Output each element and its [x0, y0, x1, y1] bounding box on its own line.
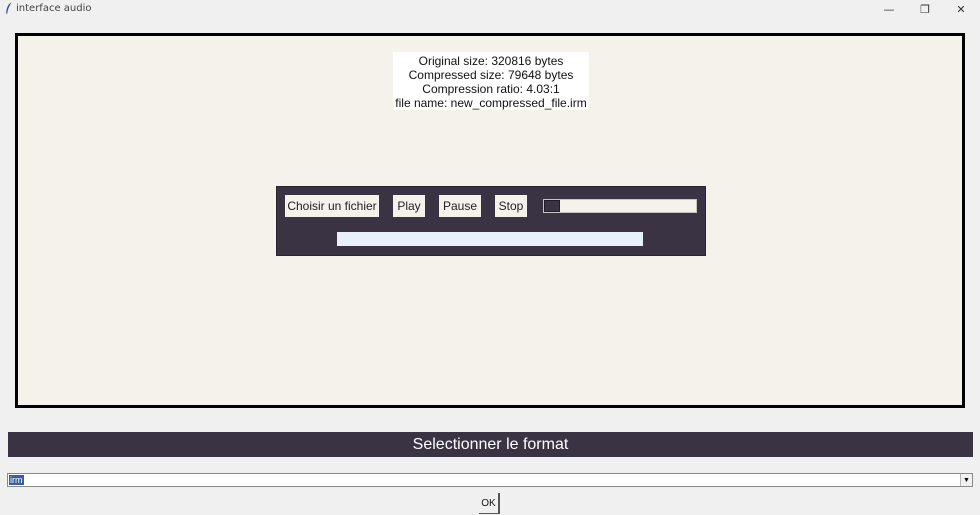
compression-info: Original size: 320816 bytes Compressed s… — [393, 52, 589, 110]
playback-progress-bar — [337, 232, 643, 246]
player-panel: Choisir un fichier Play Pause Stop — [276, 186, 706, 256]
minimize-button[interactable]: — — [872, 0, 906, 18]
compressed-size-label: Compressed size: 79648 bytes — [408, 68, 574, 82]
app-window: interface audio — ❐ ✕ Original size: 320… — [0, 0, 980, 515]
stop-button[interactable]: Stop — [495, 195, 527, 217]
title-bar: interface audio — ❐ ✕ — [0, 0, 980, 18]
maximize-button[interactable]: ❐ — [908, 0, 942, 18]
play-button[interactable]: Play — [393, 195, 425, 217]
format-select[interactable]: irm ▼ — [7, 473, 973, 487]
close-button[interactable]: ✕ — [944, 0, 978, 18]
choose-file-button[interactable]: Choisir un fichier — [285, 195, 379, 217]
format-header: Selectionner le format — [8, 432, 973, 457]
slider-handle[interactable] — [544, 200, 560, 212]
compression-ratio-label: Compression ratio: 4.03:1 — [422, 82, 560, 96]
original-size-label: Original size: 320816 bytes — [418, 54, 564, 68]
feather-icon — [6, 2, 12, 15]
window-title: interface audio — [16, 3, 92, 14]
main-frame: Original size: 320816 bytes Compressed s… — [15, 33, 965, 408]
ok-button[interactable]: OK — [479, 493, 500, 514]
minimize-icon: — — [883, 2, 895, 16]
volume-slider[interactable] — [543, 199, 697, 213]
pause-button[interactable]: Pause — [439, 195, 481, 217]
triangle-down-icon[interactable]: ▼ — [960, 474, 972, 486]
close-icon: ✕ — [956, 2, 966, 16]
format-select-value: irm — [9, 475, 24, 485]
file-name-label: file name: new_compressed_file.irm — [395, 96, 587, 110]
restore-icon: ❐ — [920, 2, 930, 16]
